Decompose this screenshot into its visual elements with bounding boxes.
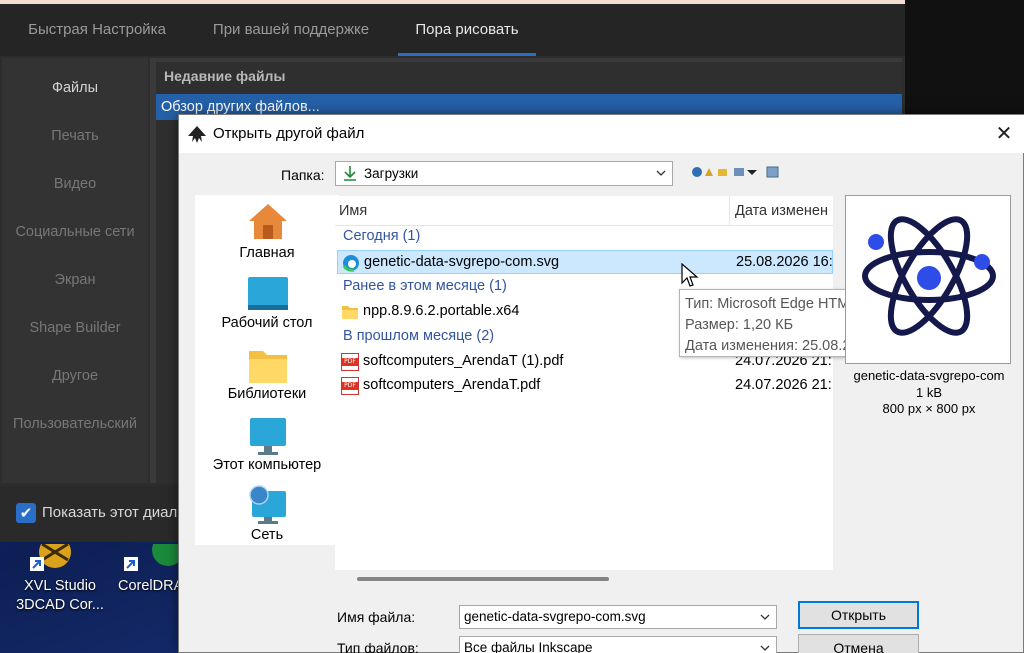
inkscape-logo-icon	[188, 126, 206, 143]
desktop-icon-label: XVL Studio 3DCAD Cor...	[16, 578, 104, 613]
pdf-file-icon: PDF	[341, 377, 359, 395]
group-earlier-this-month[interactable]: Ранее в этом месяце (1)	[343, 278, 507, 294]
welcome-sidebar: Файлы Печать Видео Социальные сети Экран…	[2, 58, 148, 483]
group-last-month[interactable]: В прошлом месяце (2)	[343, 328, 494, 344]
horizontal-scrollbar[interactable]	[357, 577, 609, 581]
folder-toolbar-icons[interactable]	[691, 164, 781, 180]
sidebar-item-social[interactable]: Социальные сети	[2, 214, 148, 250]
file-name: npp.8.9.6.2.portable.x64	[363, 303, 520, 319]
sidebar-item-video[interactable]: Видео	[2, 166, 148, 202]
show-dialog-checkbox[interactable]: ✔	[16, 503, 36, 523]
tab-support[interactable]: При вашей поддержке	[200, 4, 382, 56]
tab-time-to-draw[interactable]: Пора рисовать	[398, 4, 536, 56]
dialog-titlebar: Открыть другой файл ✕	[179, 115, 1024, 153]
file-row-pdf-2[interactable]: PDF softcomputers_ArendaT.pdf 24.07.2026…	[337, 374, 833, 398]
dialog-title: Открыть другой файл	[213, 125, 365, 142]
file-name: genetic-data-svgrepo-com.svg	[364, 254, 560, 270]
folder-icon	[342, 306, 358, 319]
mouse-cursor-icon	[681, 263, 699, 287]
chevron-down-icon	[760, 645, 770, 651]
filetype-value: Все файлы Inkscape	[464, 640, 593, 653]
preview-pane	[845, 195, 1011, 364]
preview-dimensions: 800 px × 800 px	[882, 401, 976, 416]
atom-preview-icon	[862, 216, 996, 336]
desktop-icon	[248, 277, 288, 310]
edge-browser-icon	[342, 255, 359, 272]
place-label: Рабочий стол	[221, 315, 313, 331]
preview-size: 1 kB	[915, 385, 942, 400]
file-date: 25.08.2026 16:	[736, 254, 833, 270]
corel-app-icon	[152, 544, 178, 566]
open-file-dialog: Открыть другой файл ✕ Папка: Загрузки Гл…	[178, 114, 1024, 653]
home-icon	[249, 204, 287, 239]
folder-label: Папка:	[281, 167, 325, 183]
column-divider[interactable]	[729, 196, 730, 226]
welcome-tabs: Быстрая Настройка При вашей поддержке По…	[0, 4, 905, 56]
open-button[interactable]: Открыть	[798, 601, 919, 629]
computer-icon	[250, 418, 286, 455]
filetype-select[interactable]: Все файлы Inkscape	[459, 636, 777, 653]
tab-quick-setup[interactable]: Быстрая Настройка	[18, 4, 176, 56]
sidebar-item-other[interactable]: Другое	[2, 358, 148, 394]
column-name[interactable]: Имя	[339, 203, 367, 219]
sidebar-item-custom[interactable]: Пользовательский	[2, 406, 148, 442]
place-label: Этот компьютер	[212, 457, 322, 473]
download-arrow-icon	[344, 166, 356, 181]
column-headers: Имя Дата изменен	[335, 196, 833, 226]
sidebar-item-print[interactable]: Печать	[2, 118, 148, 154]
place-label: Библиотеки	[227, 386, 307, 402]
folder-value: Загрузки	[364, 166, 419, 181]
column-date[interactable]: Дата изменен	[735, 203, 828, 219]
chevron-down-icon	[760, 614, 770, 620]
file-row-svg[interactable]: genetic-data-svgrepo-com.svg 25.08.2026 …	[337, 250, 833, 274]
places-bar: Главная Рабочий стол Библиотеки Этот ком…	[195, 195, 339, 545]
file-date: 24.07.2026 21:	[735, 377, 832, 393]
network-icon	[249, 485, 286, 524]
close-icon[interactable]: ✕	[989, 119, 1019, 149]
filename-value: genetic-data-svgrepo-com.svg	[464, 609, 646, 624]
folder-icon	[249, 351, 287, 383]
file-name: softcomputers_ArendaT.pdf	[363, 377, 541, 393]
pdf-file-icon: PDF	[341, 353, 359, 371]
sidebar-item-screen[interactable]: Экран	[2, 262, 148, 298]
show-dialog-label: Показать этот диал	[42, 504, 178, 521]
cancel-button[interactable]: Отмена	[798, 634, 919, 653]
sidebar-item-files[interactable]: Файлы	[2, 70, 148, 106]
folder-select[interactable]: Загрузки	[335, 161, 673, 186]
place-label: Главная	[239, 245, 295, 261]
filetype-label: Тип файлов:	[337, 640, 419, 653]
group-today[interactable]: Сегодня (1)	[343, 228, 420, 244]
file-list[interactable]: Имя Дата изменен Сегодня (1) genetic-dat…	[335, 196, 833, 570]
filename-input[interactable]: genetic-data-svgrepo-com.svg	[459, 605, 777, 629]
filename-label: Имя файла:	[337, 609, 416, 625]
shortcut-arrow-icon	[30, 557, 44, 571]
desktop-icon-label: CorelDRA	[118, 578, 184, 594]
preview-name: genetic-data-svgrepo-com	[853, 368, 1005, 383]
shortcut-arrow-icon	[124, 557, 138, 571]
sidebar-item-shape-builder[interactable]: Shape Builder	[2, 310, 148, 346]
place-label: Сеть	[250, 527, 284, 543]
recent-files-heading: Недавние файлы	[164, 68, 286, 84]
chevron-down-icon	[656, 170, 666, 176]
file-name: softcomputers_ArendaT (1).pdf	[363, 353, 564, 369]
